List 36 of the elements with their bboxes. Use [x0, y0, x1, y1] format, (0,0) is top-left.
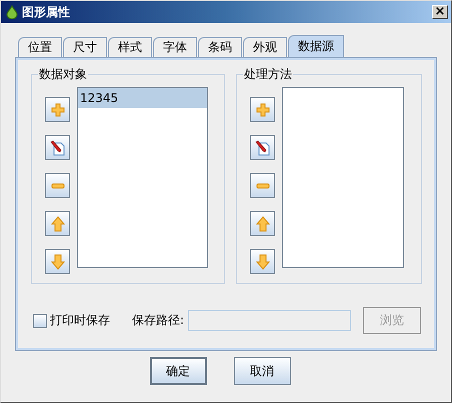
- tool-button[interactable]: [45, 135, 70, 160]
- checkbox-label: 打印时保存: [50, 312, 110, 329]
- field-label: 保存路径:: [132, 312, 184, 329]
- plus-icon: [254, 102, 270, 118]
- up-arrow-icon: [50, 216, 66, 232]
- tool-button[interactable]: [250, 135, 275, 160]
- tool-button[interactable]: [250, 173, 275, 198]
- list-item[interactable]: 12345: [78, 88, 207, 108]
- group-label: 处理方法: [243, 66, 293, 82]
- close-button[interactable]: ×: [432, 5, 448, 19]
- drop-icon: [6, 5, 18, 19]
- tab[interactable]: 条码: [198, 37, 242, 57]
- tool-button[interactable]: [45, 97, 70, 122]
- window-title: 图形属性: [22, 4, 71, 20]
- plus-icon: [50, 102, 66, 118]
- tab[interactable]: 样式: [108, 37, 152, 57]
- tab[interactable]: 外观: [243, 37, 287, 57]
- tool-button[interactable]: [45, 249, 70, 274]
- down-arrow-icon: [50, 254, 66, 270]
- tab[interactable]: 数据源: [288, 35, 344, 57]
- group-label: 数据对象: [38, 66, 88, 82]
- pencil-icon: [50, 140, 66, 156]
- dialog-button[interactable]: 取消: [234, 357, 290, 385]
- dialog-button[interactable]: 确定: [150, 357, 206, 385]
- tab[interactable]: 字体: [153, 37, 197, 57]
- tool-button[interactable]: [45, 211, 70, 236]
- tool-button[interactable]: [45, 173, 70, 198]
- tab[interactable]: 位置: [18, 37, 62, 57]
- tool-button[interactable]: [250, 97, 275, 122]
- tool-button[interactable]: [250, 211, 275, 236]
- checkbox[interactable]: [33, 314, 47, 328]
- tab[interactable]: 尺寸: [63, 37, 107, 57]
- up-arrow-icon: [254, 216, 270, 232]
- down-arrow-icon: [254, 254, 270, 270]
- tool-button[interactable]: [250, 249, 275, 274]
- pencil-icon: [254, 140, 270, 156]
